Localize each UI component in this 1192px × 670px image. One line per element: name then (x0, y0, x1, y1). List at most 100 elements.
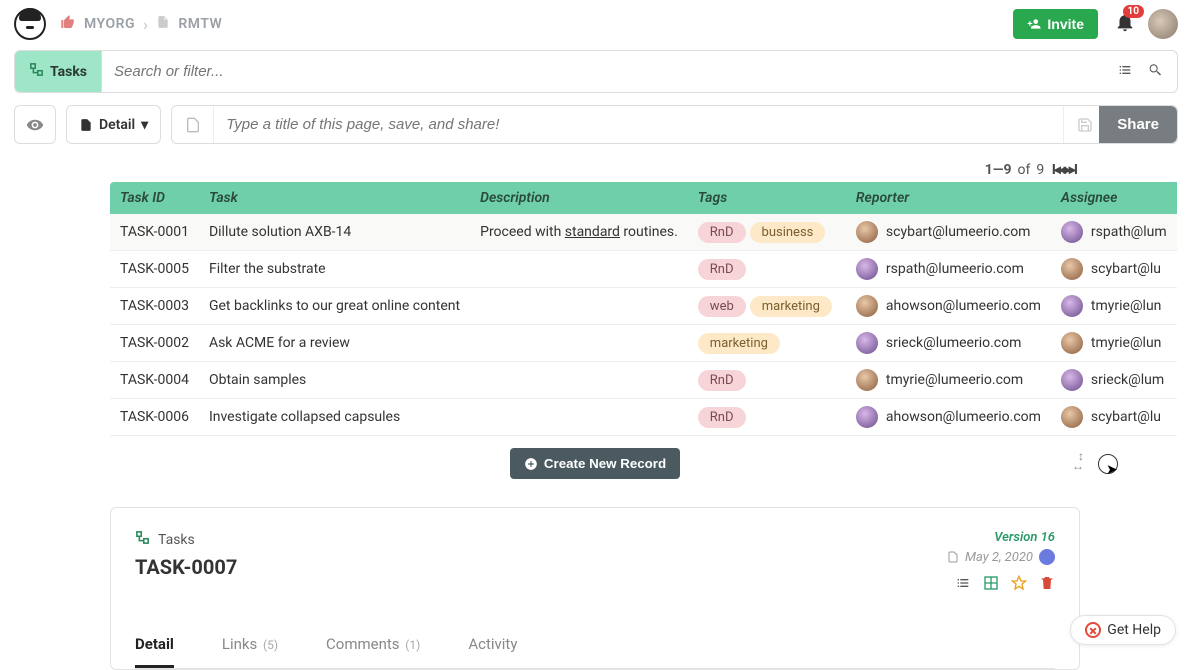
app-logo[interactable] (14, 8, 46, 40)
hierarchy-icon (135, 530, 150, 549)
tab-activity[interactable]: Activity (468, 625, 517, 668)
resize-handles[interactable]: ↕↔ (1072, 451, 1084, 471)
cursor-indicator: ➤ (1098, 454, 1118, 474)
breadcrumb-org[interactable]: MYORG (84, 16, 135, 32)
pager-range: 1—9 (985, 162, 1012, 178)
avatar (1061, 295, 1083, 317)
col-assignee[interactable]: Assignee (1051, 182, 1177, 214)
get-help-label: Get Help (1107, 622, 1161, 638)
cell-task-id: TASK-0001 (110, 214, 199, 251)
chevron-right-icon: › (143, 15, 148, 34)
table-row[interactable]: TASK-0001Dillute solution AXB-14Proceed … (110, 214, 1177, 251)
cell-task-id: TASK-0003 (110, 288, 199, 325)
document-icon (947, 551, 959, 563)
avatar (856, 221, 878, 243)
cell-tags: RnDbusiness (688, 214, 846, 251)
star-icon[interactable] (1011, 575, 1027, 595)
cell-reporter: ahowson@lumeerio.com (846, 288, 1051, 325)
cell-reporter: srieck@lumeerio.com (846, 325, 1051, 362)
table-row[interactable]: TASK-0005Filter the substrateRnDrspath@l… (110, 251, 1177, 288)
col-task[interactable]: Task (199, 182, 470, 214)
cell-description (470, 288, 688, 325)
cell-task: Investigate collapsed capsules (199, 399, 470, 436)
tasks-table-wrap: 1—9 of 9 I◂◂▸▸I Task ID Task Description… (110, 162, 1080, 479)
table-row[interactable]: TASK-0003Get backlinks to our great onli… (110, 288, 1177, 325)
detail-toolbar: Detail ▾ Share (14, 105, 1178, 144)
breadcrumb-page[interactable]: RMTW (178, 16, 222, 32)
cell-task: Obtain samples (199, 362, 470, 399)
record-date: May 2, 2020 (965, 550, 1033, 565)
pager-total: 9 (1036, 162, 1044, 178)
list-icon[interactable] (1117, 62, 1133, 82)
tag-badge[interactable]: RnD (698, 370, 746, 391)
page-outline-icon (172, 106, 214, 143)
pager-of: of (1017, 162, 1030, 178)
cell-assignee: tmyrie@lun (1051, 288, 1177, 325)
cell-task: Ask ACME for a review (199, 325, 470, 362)
record-version[interactable]: Version 16 (947, 530, 1055, 545)
cell-task: Get backlinks to our great online conten… (199, 288, 470, 325)
cell-description (470, 251, 688, 288)
create-record-label: Create New Record (544, 456, 666, 471)
invite-button[interactable]: Invite (1013, 9, 1098, 39)
cell-description (470, 325, 688, 362)
get-help-button[interactable]: Get Help (1070, 615, 1176, 645)
page-title-wrap: Share (171, 105, 1178, 144)
thumbs-up-icon (60, 14, 76, 34)
avatar (856, 332, 878, 354)
pager-controls[interactable]: I◂◂▸▸I (1050, 162, 1076, 178)
record-detail-card: Tasks TASK-0007 Version 16 May 2, 2020 D… (110, 507, 1080, 670)
plus-circle-icon (524, 457, 538, 471)
tag-badge[interactable]: web (698, 296, 746, 317)
cell-assignee: srieck@lum (1051, 362, 1177, 399)
notifications-button[interactable]: 10 (1114, 11, 1136, 37)
hierarchy-icon (29, 62, 44, 81)
table-row[interactable]: TASK-0004Obtain samplesRnDtmyrie@lumeeri… (110, 362, 1177, 399)
page-title-input[interactable] (214, 106, 1063, 143)
share-button[interactable]: Share (1099, 106, 1177, 143)
collection-chip-tasks[interactable]: Tasks (15, 51, 102, 92)
record-title: TASK-0007 (135, 555, 947, 579)
avatar (856, 295, 878, 317)
visibility-toggle[interactable] (14, 105, 56, 144)
breadcrumb: MYORG › RMTW (60, 14, 222, 34)
avatar (856, 369, 878, 391)
col-description[interactable]: Description (470, 182, 688, 214)
col-tags[interactable]: Tags (688, 182, 846, 214)
col-task-id[interactable]: Task ID (110, 182, 199, 214)
cell-task: Filter the substrate (199, 251, 470, 288)
tag-badge[interactable]: RnD (698, 407, 746, 428)
user-avatar[interactable] (1148, 9, 1178, 39)
trash-icon[interactable] (1039, 575, 1055, 595)
invite-label: Invite (1047, 16, 1084, 32)
search-bar: Tasks (14, 50, 1178, 93)
collection-chip-label: Tasks (50, 64, 87, 80)
search-input[interactable] (102, 51, 1103, 92)
tag-badge[interactable]: marketing (750, 296, 832, 317)
col-reporter[interactable]: Reporter (846, 182, 1051, 214)
cell-assignee: tmyrie@lun (1051, 325, 1177, 362)
tag-badge[interactable]: marketing (698, 333, 780, 354)
cell-description (470, 362, 688, 399)
author-avatar[interactable] (1039, 549, 1055, 565)
tab-detail[interactable]: Detail (135, 625, 174, 668)
grid-view-icon[interactable] (983, 575, 999, 595)
avatar (856, 406, 878, 428)
view-mode-dropdown[interactable]: Detail ▾ (66, 105, 161, 144)
tag-badge[interactable]: RnD (698, 259, 746, 280)
create-record-button[interactable]: Create New Record (510, 448, 680, 479)
tab-links[interactable]: Links (5) (222, 625, 278, 668)
table-row[interactable]: TASK-0002Ask ACME for a reviewmarketings… (110, 325, 1177, 362)
user-plus-icon (1027, 17, 1041, 31)
tab-comments[interactable]: Comments (1) (326, 625, 420, 668)
search-icon[interactable] (1147, 62, 1163, 82)
tag-badge[interactable]: business (750, 222, 826, 243)
tag-badge[interactable]: RnD (698, 222, 746, 243)
list-view-icon[interactable] (955, 575, 971, 595)
avatar (1061, 258, 1083, 280)
avatar (1061, 221, 1083, 243)
table-row[interactable]: TASK-0006Investigate collapsed capsulesR… (110, 399, 1177, 436)
detail-tabs: Detail Links (5) Comments (1) Activity (135, 625, 1055, 669)
avatar (1061, 369, 1083, 391)
cell-reporter: scybart@lumeerio.com (846, 214, 1051, 251)
